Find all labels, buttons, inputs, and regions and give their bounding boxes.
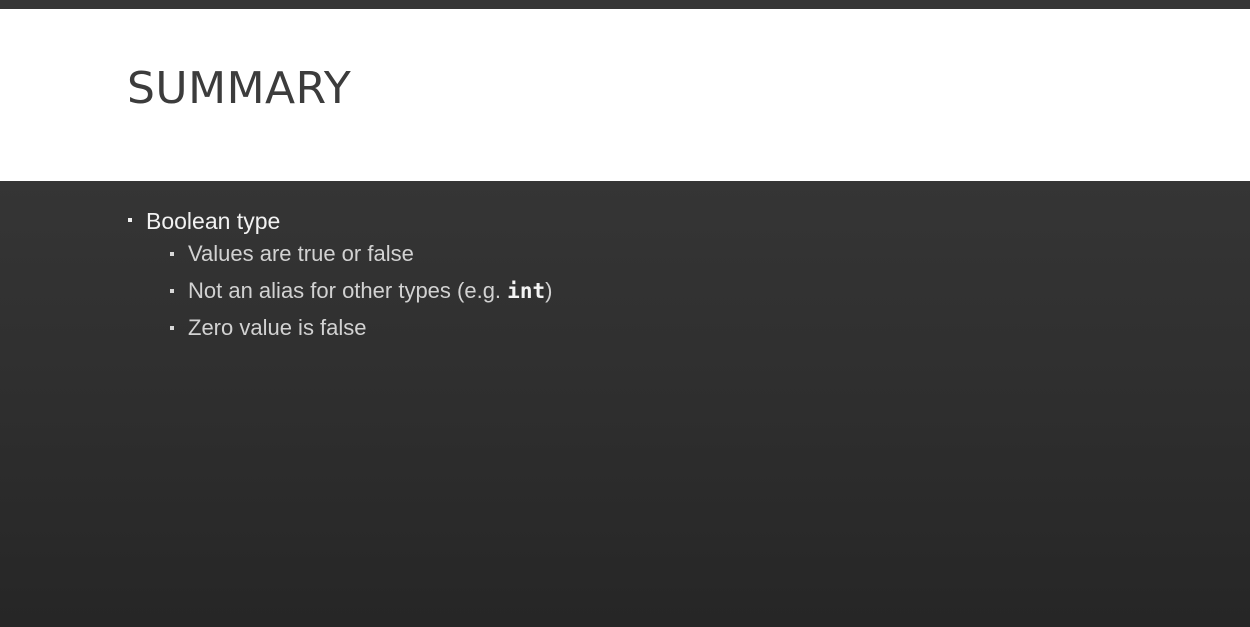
sub-bullet-text-prefix: Not an alias for other types (e.g.: [188, 278, 508, 303]
sub-bullet-text: Zero value is false: [188, 315, 367, 340]
sub-bullet-text: Values are true or false: [188, 241, 414, 266]
bullet-icon: [170, 252, 174, 256]
slide-content: Boolean type Values are true or false No…: [0, 181, 1250, 627]
sub-bullet-list: Values are true or false Not an alias fo…: [146, 241, 552, 341]
top-bar: [0, 0, 1250, 9]
bullet-icon: [170, 326, 174, 330]
bullet-item-boolean-type: Boolean type Values are true or false No…: [127, 207, 552, 341]
sub-bullet-item-values: Values are true or false: [169, 241, 552, 267]
sub-bullet-item-not-alias: Not an alias for other types (e.g. int): [169, 278, 552, 304]
sub-bullet-item-zero-value: Zero value is false: [169, 315, 552, 341]
slide-title: SUMMARY: [127, 63, 352, 114]
bullet-icon: [170, 289, 174, 293]
bullet-list: Boolean type Values are true or false No…: [127, 207, 552, 352]
bullet-text: Boolean type: [146, 208, 281, 234]
bullet-icon: [128, 218, 132, 222]
code-keyword: int: [507, 279, 546, 303]
sub-bullet-text-suffix: ): [545, 278, 553, 303]
title-band: SUMMARY: [0, 9, 1250, 181]
